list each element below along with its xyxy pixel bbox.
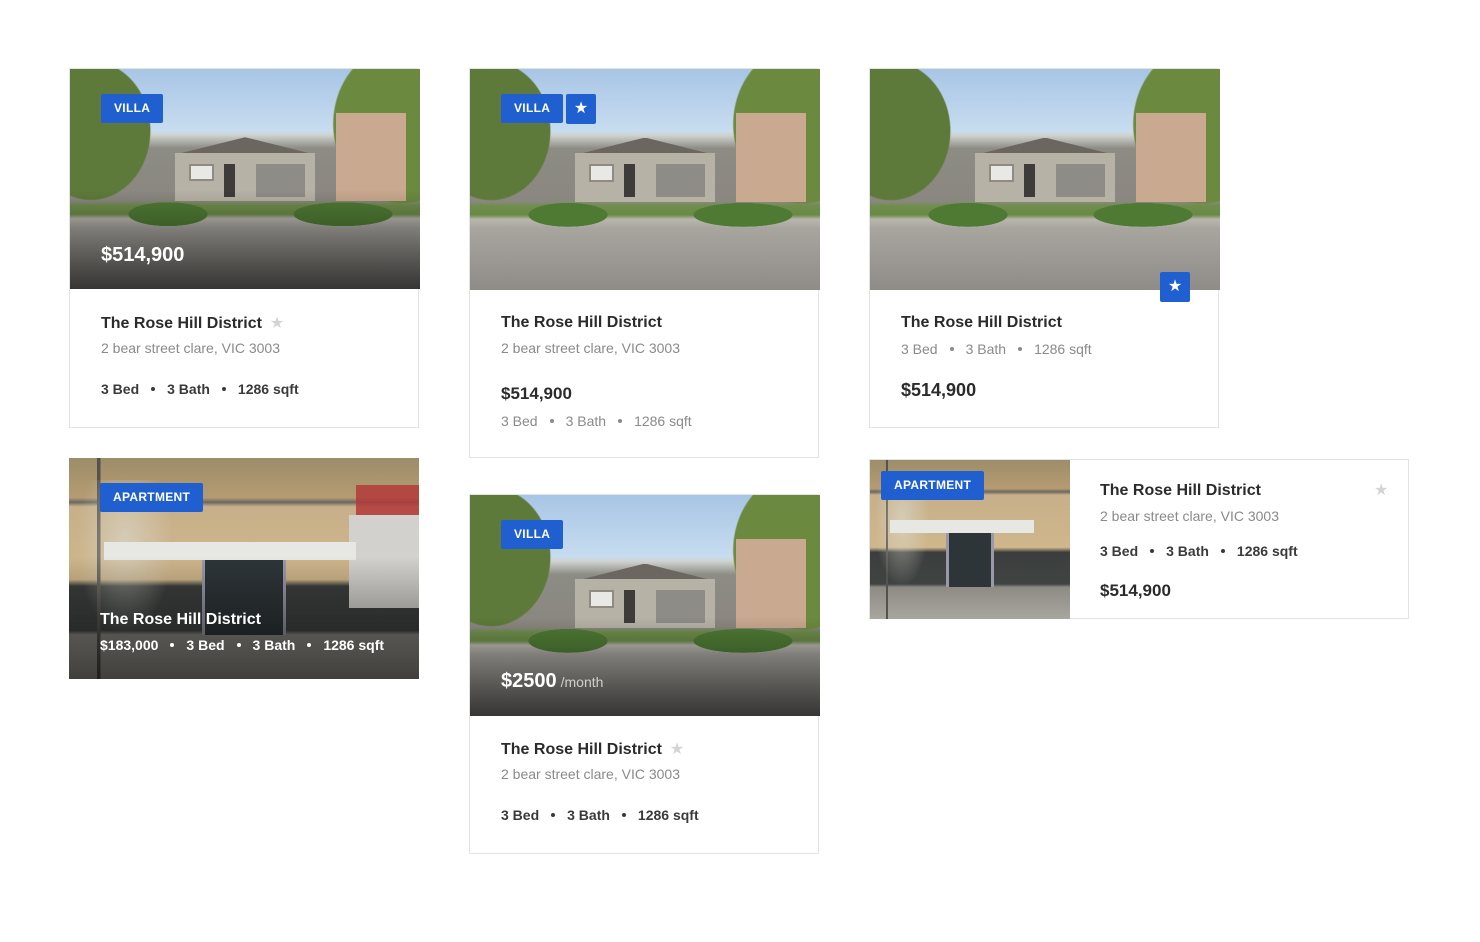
property-photo[interactable] xyxy=(870,69,1220,290)
property-card-6[interactable]: APARTMENT The Rose Hill District ★ 2 bea… xyxy=(869,459,1409,619)
property-price: $514,900 xyxy=(901,380,977,400)
property-specs: 3 Bed 3 Bath 1286 sqft xyxy=(101,381,299,397)
property-type-badge: VILLA xyxy=(101,94,164,123)
baths-count: 3 Bath xyxy=(965,341,1007,357)
property-title[interactable]: The Rose Hill District xyxy=(501,314,662,332)
property-price: $183,000 xyxy=(100,637,159,653)
beds-count: 3 Bed xyxy=(901,341,938,357)
property-title[interactable]: The Rose Hill District xyxy=(901,314,1062,332)
star-icon[interactable]: ★ xyxy=(270,314,284,334)
beds-count: 3 Bed xyxy=(501,413,538,429)
property-address: 2 bear street clare, VIC 3003 xyxy=(1100,508,1279,524)
area-size: 1286 sqft xyxy=(1034,341,1092,357)
area-size: 1286 sqft xyxy=(634,413,692,429)
property-specs: 3 Bed 3 Bath 1286 sqft xyxy=(501,413,692,429)
area-size: 1286 sqft xyxy=(323,637,385,653)
property-address: 2 bear street clare, VIC 3003 xyxy=(501,766,680,782)
property-specs: 3 Bed 3 Bath 1286 sqft xyxy=(501,807,699,823)
property-card-1[interactable]: VILLA $514,900 The Rose Hill District ★ … xyxy=(69,68,420,428)
property-title[interactable]: The Rose Hill District xyxy=(101,315,262,333)
property-price: $514,900 xyxy=(501,384,572,403)
beds-count: 3 Bed xyxy=(501,807,540,823)
favorite-star-icon[interactable]: ★ xyxy=(566,94,596,124)
baths-count: 3 Bath xyxy=(1166,543,1209,559)
property-title[interactable]: The Rose Hill District xyxy=(501,741,662,759)
property-card-4[interactable]: APARTMENT The Rose Hill District $183,00… xyxy=(69,458,419,679)
favorite-star-icon[interactable]: ★ xyxy=(1160,272,1190,302)
beds-count: 3 Bed xyxy=(186,637,225,653)
property-card-3[interactable]: ★ The Rose Hill District 3 Bed 3 Bath 12… xyxy=(869,68,1220,428)
property-title[interactable]: The Rose Hill District xyxy=(1100,482,1261,500)
baths-count: 3 Bath xyxy=(167,381,210,397)
property-address: 2 bear street clare, VIC 3003 xyxy=(501,340,680,356)
property-card-2[interactable]: VILLA ★ The Rose Hill District 2 bear st… xyxy=(469,68,820,458)
property-price: $2500/month xyxy=(501,670,603,693)
property-type-badge: APARTMENT xyxy=(881,471,985,500)
property-price: $514,900 xyxy=(1100,581,1171,600)
property-type-badge: APARTMENT xyxy=(100,483,204,512)
baths-count: 3 Bath xyxy=(567,807,610,823)
property-type-badge: VILLA xyxy=(501,520,564,549)
price-period: /month xyxy=(560,674,604,690)
beds-count: 3 Bed xyxy=(101,381,140,397)
property-specs: $183,000 3 Bed 3 Bath 1286 sqft xyxy=(100,637,384,653)
property-card-5[interactable]: VILLA $2500/month The Rose Hill District… xyxy=(469,494,820,854)
property-specs: 3 Bed 3 Bath 1286 sqft xyxy=(901,341,1092,357)
property-address: 2 bear street clare, VIC 3003 xyxy=(101,340,280,356)
area-size: 1286 sqft xyxy=(1236,543,1298,559)
property-price: $514,900 xyxy=(101,244,185,266)
baths-count: 3 Bath xyxy=(252,637,296,653)
baths-count: 3 Bath xyxy=(565,413,607,429)
price-amount: $2500 xyxy=(501,670,557,692)
property-type-badge: VILLA xyxy=(501,94,564,123)
area-size: 1286 sqft xyxy=(637,807,699,823)
star-icon[interactable]: ★ xyxy=(1374,481,1388,501)
star-icon[interactable]: ★ xyxy=(670,740,684,760)
property-specs: 3 Bed 3 Bath 1286 sqft xyxy=(1100,543,1298,559)
property-title[interactable]: The Rose Hill District xyxy=(100,611,261,629)
area-size: 1286 sqft xyxy=(237,381,299,397)
beds-count: 3 Bed xyxy=(1100,543,1139,559)
